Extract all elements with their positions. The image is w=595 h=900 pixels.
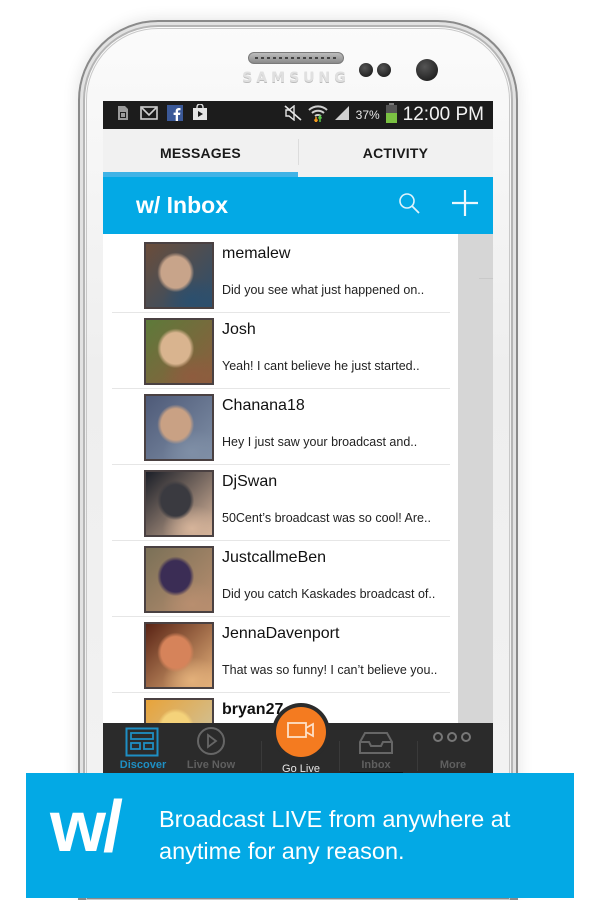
- wifi-icon: [307, 104, 328, 127]
- app-bar: w/ Inbox: [103, 177, 493, 234]
- phone-screen: 37% 12:00 PM MESSAGES ACTIVITY w/ Inbox …: [103, 101, 493, 774]
- tab-activity[interactable]: ACTIVITY: [298, 129, 493, 177]
- device-brand: SAMSUNG: [242, 70, 350, 86]
- message-row[interactable]: JustcallmeBen Did you catch Kaskades broa…: [103, 541, 458, 617]
- brand-logo: w/: [50, 787, 123, 867]
- clock: 12:00 PM: [402, 104, 484, 125]
- search-icon[interactable]: [397, 191, 421, 220]
- message-row[interactable]: memalew Did you see what just happened on…: [103, 237, 458, 313]
- tab-bar: MESSAGES ACTIVITY: [103, 129, 493, 177]
- side-panel-peek: [458, 234, 493, 774]
- status-bar: 37% 12:00 PM: [103, 101, 493, 129]
- message-row[interactable]: JennaDavenport That was so funny! I can’t…: [103, 617, 458, 693]
- side-panel-peek-line: [479, 278, 493, 279]
- proximity-sensor: [359, 63, 373, 77]
- contact-name: Josh: [222, 321, 256, 338]
- facebook-icon: [167, 104, 183, 126]
- plus-icon[interactable]: [451, 189, 479, 222]
- mute-icon: [284, 104, 302, 126]
- more-dots-icon: [432, 730, 472, 748]
- nav-label: Live Now: [186, 759, 236, 771]
- avatar[interactable]: [144, 622, 214, 689]
- contact-name: memalew: [222, 245, 291, 262]
- avatar[interactable]: [144, 470, 214, 537]
- message-row[interactable]: Josh Yeah! I cant believe he just started…: [103, 313, 458, 389]
- light-sensor: [377, 63, 391, 77]
- play-circle-icon: [196, 726, 226, 761]
- contact-name: JustcallmeBen: [222, 549, 327, 566]
- message-row[interactable]: DjSwan 50Cent’s broadcast was so cool! Ar…: [103, 465, 458, 541]
- nav-label: Inbox: [361, 759, 391, 771]
- banner-tagline: Broadcast LIVE from anywhere at anytime …: [159, 806, 511, 864]
- play-store-icon: [192, 103, 208, 126]
- nav-discover[interactable]: Discover: [109, 723, 177, 774]
- contact-name: Chanana18: [222, 397, 305, 414]
- nav-label: More: [439, 759, 467, 771]
- inbox-tray-icon: [359, 732, 393, 759]
- tab-messages[interactable]: MESSAGES: [103, 129, 298, 177]
- message-preview: Hey I just saw your broadcast and..: [222, 435, 418, 449]
- message-list: memalew Did you see what just happened on…: [103, 234, 458, 774]
- gmail-icon: [140, 105, 158, 125]
- battery-icon: [385, 102, 397, 128]
- message-preview: 50Cent’s broadcast was so cool! Are..: [222, 511, 431, 525]
- nav-label: Discover: [119, 759, 167, 771]
- nav-more[interactable]: More: [419, 723, 487, 774]
- promo-banner: w/ Broadcast LIVE from anywhere at anyti…: [26, 773, 574, 898]
- avatar[interactable]: [144, 546, 214, 613]
- battery-percent: 37%: [355, 108, 380, 122]
- nav-live-now[interactable]: Live Now: [177, 723, 245, 774]
- avatar[interactable]: [144, 242, 214, 309]
- video-camera-icon: [287, 721, 315, 744]
- page-title: w/ Inbox: [136, 192, 228, 218]
- nav-separator: [339, 741, 340, 771]
- message-preview: Did you catch Kaskades broadcast of..: [222, 587, 436, 601]
- contact-name: DjSwan: [222, 473, 278, 490]
- front-camera: [416, 59, 438, 81]
- contact-name: JennaDavenport: [222, 625, 340, 642]
- nav-separator: [261, 741, 262, 771]
- signal-icon: [334, 105, 350, 126]
- avatar[interactable]: [144, 318, 214, 385]
- discover-icon: [125, 727, 159, 762]
- bottom-nav: Discover Live Now Go Live Inbox More: [103, 707, 493, 774]
- tab-divider: [298, 139, 299, 165]
- avatar[interactable]: [144, 394, 214, 461]
- go-live-button[interactable]: [276, 707, 326, 757]
- nav-inbox[interactable]: Inbox: [341, 723, 411, 774]
- message-preview: Yeah! I cant believe he just started..: [222, 359, 420, 373]
- earpiece-speaker: [248, 52, 344, 64]
- sd-card-icon: [115, 105, 131, 126]
- nav-separator: [417, 741, 418, 771]
- message-preview: That was so funny! I can’t believe you..: [222, 663, 438, 677]
- contact-name: bryan27: [222, 701, 284, 718]
- message-row[interactable]: Chanana18 Hey I just saw your broadcast a…: [103, 389, 458, 465]
- message-preview: Did you see what just happened on..: [222, 283, 425, 297]
